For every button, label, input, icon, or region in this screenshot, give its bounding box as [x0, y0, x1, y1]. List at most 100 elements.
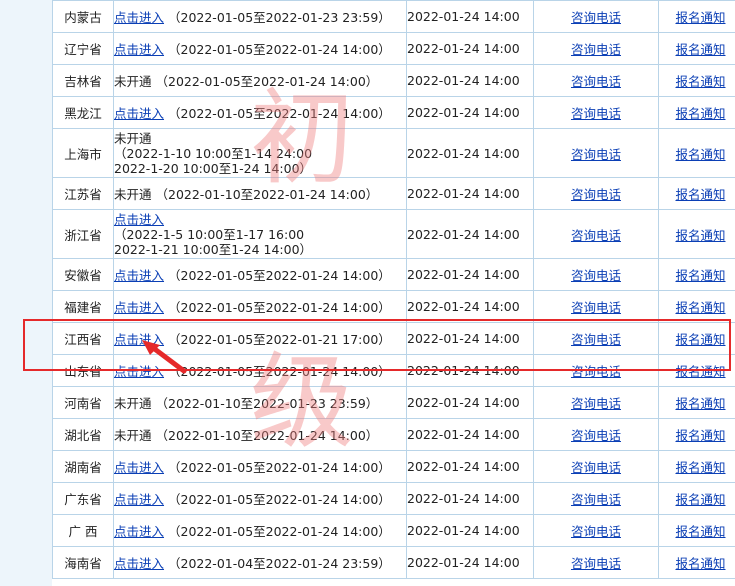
exam-time-cell: 2022-01-24 14:00	[406, 177, 534, 210]
phone-cell: 咨询电话	[533, 96, 659, 129]
notice-link[interactable]: 报名通知	[675, 364, 725, 379]
date-range-2: 2022-1-21 10:00至1-24 14:00）	[114, 241, 313, 257]
exam-time: 2022-01-24 14:00	[407, 41, 520, 56]
phone-link[interactable]: 咨询电话	[571, 74, 621, 89]
phone-cell: 咨询电话	[533, 32, 659, 65]
phone-link[interactable]: 咨询电话	[571, 228, 621, 243]
exam-time: 2022-01-24 14:00	[407, 299, 520, 314]
phone-link[interactable]: 咨询电话	[571, 268, 621, 283]
date-range-1: （2022-1-5 10:00至1-17 16:00	[114, 226, 305, 242]
phone-cell: 咨询电话	[533, 418, 659, 451]
province-cell: 山东省	[52, 354, 114, 387]
registration-table: 内蒙古 点击进入 （2022-01-05至2022-01-23 23:59） 202…	[52, 0, 735, 579]
notice-link[interactable]: 报名通知	[675, 300, 725, 315]
table-row: 上海市 未开通 （2022-1-10 10:00至1-14 24:00 2022-1-…	[52, 128, 735, 178]
exam-time: 2022-01-24 14:00	[407, 331, 520, 346]
enter-link[interactable]: 点击进入	[115, 42, 165, 57]
exam-time: 2022-01-24 14:00	[407, 186, 520, 201]
status-cell: 点击进入 （2022-01-05至2022-01-24 14:00）	[113, 482, 407, 515]
status-cell: 点击进入 （2022-01-05至2022-01-24 14:00）	[113, 290, 407, 323]
notice-cell: 报名通知	[658, 514, 735, 547]
status-cell: 未开通 （2022-1-10 10:00至1-14 24:00 2022-1-20 …	[113, 128, 407, 178]
phone-link[interactable]: 咨询电话	[571, 396, 621, 411]
exam-time: 2022-01-24 14:00	[407, 267, 520, 282]
phone-link[interactable]: 咨询电话	[571, 556, 621, 571]
exam-time-cell: 2022-01-24 14:00	[406, 32, 534, 65]
province-label: 福建省	[64, 300, 102, 315]
date-range: （2022-01-05至2022-01-24 14:00）	[168, 364, 391, 379]
status-cell: 未开通 （2022-01-10至2022-01-24 14:00）	[113, 418, 407, 451]
enter-link[interactable]: 点击进入	[115, 460, 165, 475]
notice-cell: 报名通知	[658, 354, 735, 387]
enter-link[interactable]: 点击进入	[115, 556, 165, 571]
notice-link[interactable]: 报名通知	[675, 556, 725, 571]
notice-link[interactable]: 报名通知	[675, 228, 725, 243]
notice-link[interactable]: 报名通知	[675, 74, 725, 89]
enter-link[interactable]: 点击进入	[115, 268, 165, 283]
table-row: 海南省 点击进入 （2022-01-04至2022-01-24 23:59） 202…	[52, 546, 735, 579]
notice-cell: 报名通知	[658, 96, 735, 129]
table-row: 江苏省 未开通 （2022-01-10至2022-01-24 14:00） 2022…	[52, 177, 735, 210]
enter-link[interactable]: 点击进入	[115, 212, 165, 227]
date-range: （2022-01-10至2022-01-24 14:00）	[155, 428, 379, 443]
phone-link[interactable]: 咨询电话	[571, 332, 621, 347]
province-label: 江西省	[64, 332, 102, 347]
exam-time-cell: 2022-01-24 14:00	[406, 209, 534, 259]
date-range: （2022-01-05至2022-01-24 14:00）	[168, 460, 391, 475]
phone-cell: 咨询电话	[533, 450, 659, 483]
enter-link[interactable]: 点击进入	[115, 300, 165, 315]
notice-link[interactable]: 报名通知	[675, 492, 725, 507]
enter-link[interactable]: 点击进入	[115, 332, 165, 347]
phone-cell: 咨询电话	[533, 514, 659, 547]
notice-link[interactable]: 报名通知	[675, 428, 725, 443]
notice-link[interactable]: 报名通知	[675, 268, 725, 283]
notice-link[interactable]: 报名通知	[675, 147, 725, 162]
phone-cell: 咨询电话	[533, 290, 659, 323]
notice-link[interactable]: 报名通知	[675, 10, 725, 25]
notice-link[interactable]: 报名通知	[675, 187, 725, 202]
date-range: （2022-01-05至2022-01-24 14:00）	[168, 524, 391, 539]
status-not-open: 未开通	[114, 428, 152, 443]
phone-link[interactable]: 咨询电话	[571, 364, 621, 379]
status-cell: 点击进入 （2022-01-04至2022-01-24 23:59）	[113, 546, 407, 579]
province-label: 安徽省	[64, 268, 102, 283]
table-row: 黑龙江 点击进入 （2022-01-05至2022-01-24 14:00） 202…	[52, 96, 735, 129]
phone-link[interactable]: 咨询电话	[571, 147, 621, 162]
notice-link[interactable]: 报名通知	[675, 460, 725, 475]
exam-time-cell: 2022-01-24 14:00	[406, 514, 534, 547]
phone-cell: 咨询电话	[533, 482, 659, 515]
date-range: （2022-01-05至2022-01-23 23:59）	[168, 10, 391, 25]
phone-link[interactable]: 咨询电话	[571, 42, 621, 57]
notice-cell: 报名通知	[658, 290, 735, 323]
phone-link[interactable]: 咨询电话	[571, 106, 621, 121]
exam-time-cell: 2022-01-24 14:00	[406, 258, 534, 291]
phone-link[interactable]: 咨询电话	[571, 10, 621, 25]
enter-link[interactable]: 点击进入	[115, 492, 165, 507]
enter-link[interactable]: 点击进入	[115, 364, 165, 379]
notice-link[interactable]: 报名通知	[675, 396, 725, 411]
phone-cell: 咨询电话	[533, 209, 659, 259]
phone-link[interactable]: 咨询电话	[571, 428, 621, 443]
province-label: 江苏省	[64, 187, 102, 202]
phone-link[interactable]: 咨询电话	[571, 524, 621, 539]
phone-link[interactable]: 咨询电话	[571, 300, 621, 315]
enter-link[interactable]: 点击进入	[115, 106, 165, 121]
enter-link[interactable]: 点击进入	[115, 10, 165, 25]
date-range: （2022-01-05至2022-01-21 17:00）	[168, 332, 391, 347]
notice-cell: 报名通知	[658, 32, 735, 65]
exam-time-cell: 2022-01-24 14:00	[406, 96, 534, 129]
province-cell: 吉林省	[52, 64, 114, 97]
province-cell: 广东省	[52, 482, 114, 515]
exam-time: 2022-01-24 14:00	[407, 395, 520, 410]
phone-link[interactable]: 咨询电话	[571, 492, 621, 507]
phone-link[interactable]: 咨询电话	[571, 187, 621, 202]
phone-link[interactable]: 咨询电话	[571, 460, 621, 475]
province-label: 广东省	[64, 492, 102, 507]
notice-link[interactable]: 报名通知	[675, 106, 725, 121]
notice-link[interactable]: 报名通知	[675, 524, 725, 539]
exam-time: 2022-01-24 14:00	[407, 523, 520, 538]
enter-link[interactable]: 点击进入	[115, 524, 165, 539]
notice-link[interactable]: 报名通知	[675, 332, 725, 347]
notice-link[interactable]: 报名通知	[675, 42, 725, 57]
phone-cell: 咨询电话	[533, 177, 659, 210]
